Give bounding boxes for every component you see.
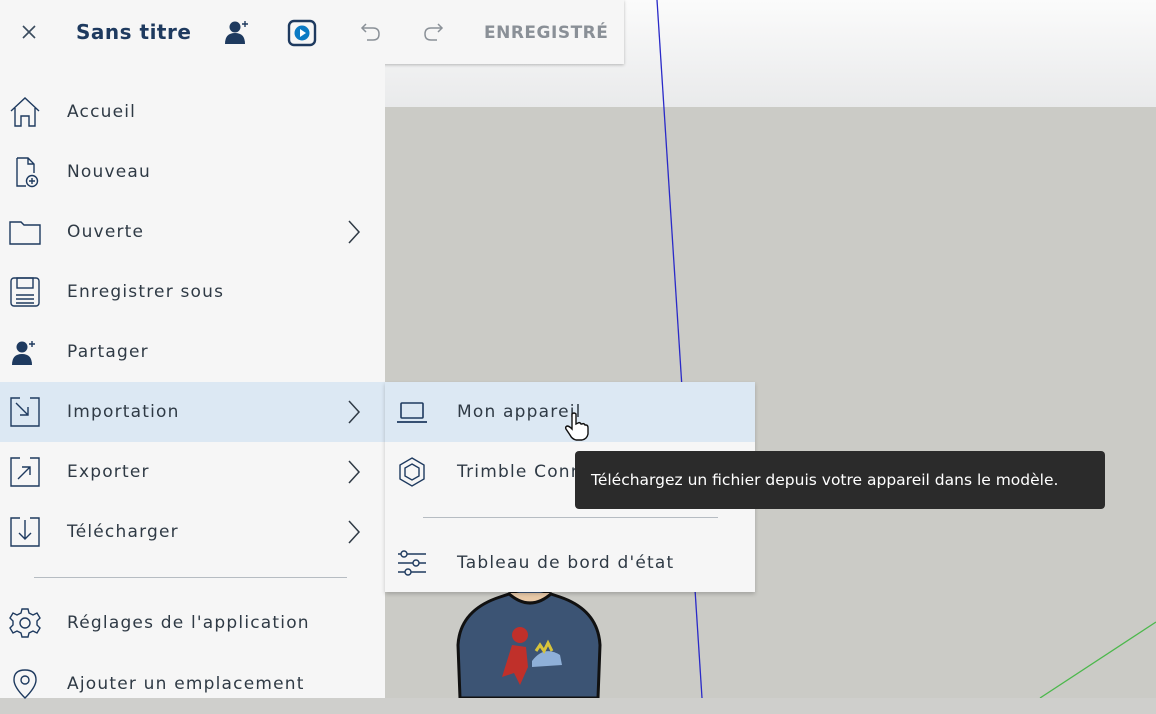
trimble-connect-icon: [395, 455, 429, 489]
menu-label: Exporter: [67, 462, 150, 482]
chevron-right-icon: [344, 398, 364, 426]
play-button[interactable]: [284, 16, 320, 50]
chevron-right-icon: [344, 458, 364, 486]
menu-item-ouverte[interactable]: Ouverte: [0, 202, 385, 262]
menu-label: Ajouter un emplacement: [67, 674, 305, 694]
import-icon: [8, 395, 42, 429]
menu-label: Nouveau: [67, 162, 152, 182]
menu-item-enregistrer-sous[interactable]: Enregistrer sous: [0, 262, 385, 322]
share-button[interactable]: [222, 18, 252, 46]
menu-label: Réglages de l'application: [67, 613, 310, 633]
save-status: ENREGISTRÉ: [484, 23, 609, 43]
main-menu: Accueil Nouveau Ouverte Enregistrer sous…: [0, 64, 385, 699]
menu-item-telecharger[interactable]: Télécharger: [0, 502, 385, 562]
menu-item-reglages[interactable]: Réglages de l'application: [0, 593, 385, 653]
menu-item-importation[interactable]: Importation: [0, 382, 385, 442]
blue-axis-line: [656, 0, 703, 698]
submenu-label: Tableau de bord d'état: [457, 553, 675, 573]
scale-figure: [456, 587, 602, 698]
chevron-right-icon: [344, 218, 364, 246]
menu-divider: [34, 577, 347, 578]
green-axis-line: [1039, 621, 1156, 698]
submenu-item-tableau-de-bord[interactable]: Tableau de bord d'état: [385, 533, 755, 593]
top-toolbar: Sans titre ENREGISTRÉ: [0, 0, 624, 64]
menu-label: Ouverte: [67, 222, 145, 242]
undo-button[interactable]: [354, 18, 384, 46]
undo-icon: [360, 23, 380, 41]
menu-item-nouveau[interactable]: Nouveau: [0, 142, 385, 202]
close-button[interactable]: [14, 16, 44, 48]
menu-label: Partager: [67, 342, 149, 362]
menu-label: Importation: [67, 402, 180, 422]
chevron-right-icon: [344, 518, 364, 546]
hand-pointer-cursor-icon: [564, 412, 589, 441]
save-icon: [8, 275, 42, 309]
download-icon: [8, 515, 42, 549]
play-icon: [287, 19, 317, 47]
menu-label: Accueil: [67, 102, 137, 122]
add-user-icon: [225, 21, 248, 44]
menu-label: Enregistrer sous: [67, 282, 225, 302]
export-icon: [8, 455, 42, 489]
tooltip: Téléchargez un fichier depuis votre appa…: [575, 451, 1105, 509]
close-icon: [22, 25, 36, 39]
home-icon: [8, 95, 42, 129]
menu-item-ajouter-emplacement[interactable]: Ajouter un emplacement: [0, 654, 385, 714]
submenu-divider: [423, 517, 718, 518]
document-title[interactable]: Sans titre: [76, 18, 191, 46]
new-file-icon: [8, 155, 42, 189]
menu-item-accueil[interactable]: Accueil: [0, 82, 385, 142]
redo-icon: [424, 23, 444, 41]
menu-item-exporter[interactable]: Exporter: [0, 442, 385, 502]
laptop-icon: [395, 395, 429, 429]
location-pin-icon: [8, 667, 42, 701]
add-user-icon: [8, 335, 42, 369]
menu-item-partager[interactable]: Partager: [0, 322, 385, 382]
menu-label: Télécharger: [67, 522, 179, 542]
gear-icon: [8, 606, 42, 640]
sliders-icon: [395, 546, 429, 580]
redo-button[interactable]: [420, 18, 450, 46]
folder-icon: [8, 215, 42, 249]
